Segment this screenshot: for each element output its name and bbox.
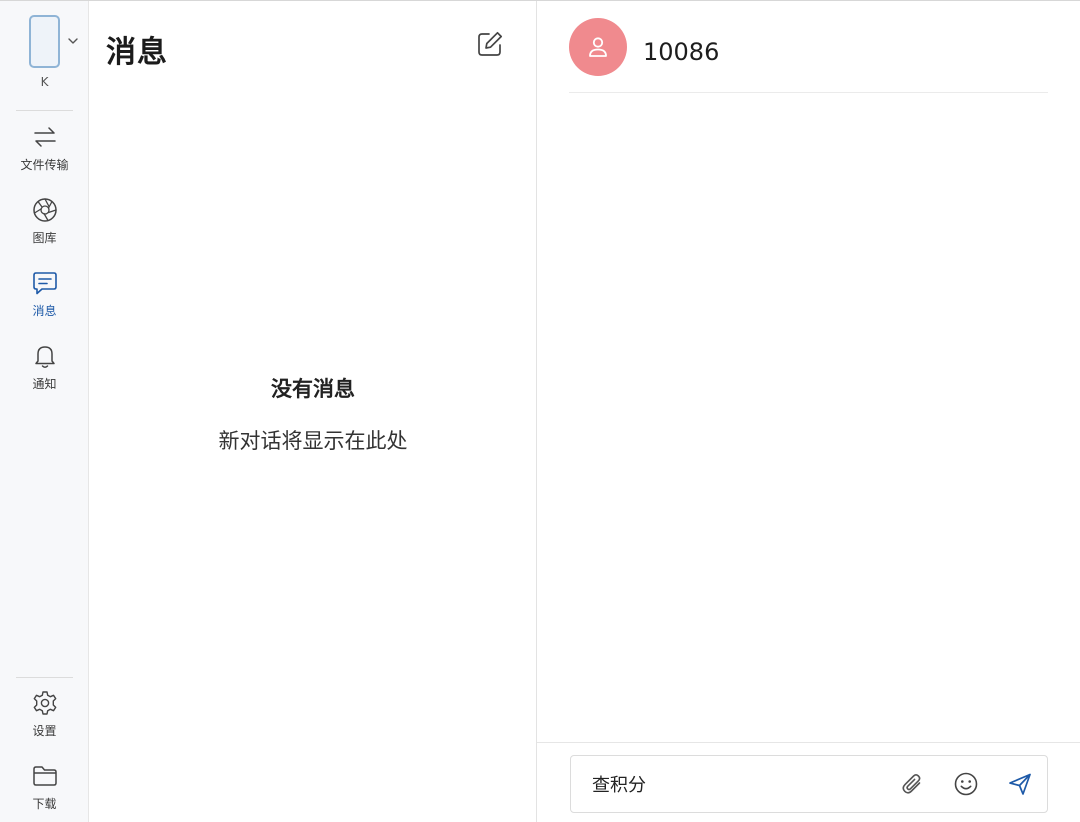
device-switcher[interactable]: K (0, 1, 89, 97)
chat-pane: 10086 (537, 1, 1080, 822)
bell-icon (34, 346, 55, 368)
empty-state-title: 没有消息 (271, 377, 355, 401)
chat-header-divider (569, 92, 1048, 93)
nav-rail: K 文件传输 图库 消息 通知 设置 下载 (0, 1, 89, 822)
message-icon (32, 272, 57, 295)
contact-name: 10086 (643, 38, 720, 66)
chevron-down-icon[interactable] (66, 34, 80, 48)
avatar[interactable] (569, 18, 627, 76)
nav-label: 文件传输 (20, 158, 69, 172)
nav-item-file-transfer[interactable]: 文件传输 (0, 123, 89, 185)
phone-device-icon (29, 15, 60, 68)
nav-label: 通知 (32, 377, 57, 391)
compose-icon[interactable] (475, 29, 505, 59)
empty-state-subtitle: 新对话将显示在此处 (218, 429, 408, 453)
message-input[interactable] (571, 756, 881, 812)
paperclip-icon[interactable] (899, 771, 925, 797)
nav-item-downloads[interactable]: 下载 (0, 762, 89, 822)
nav-item-messages[interactable]: 消息 (0, 269, 89, 331)
nav-label: 设置 (32, 724, 57, 738)
nav-item-settings[interactable]: 设置 (0, 689, 89, 751)
phone-link-window: K 文件传输 图库 消息 通知 设置 下载 消息 没有消息 新对话将显示在此处 … (0, 0, 1080, 822)
page-title: 消息 (106, 35, 168, 70)
aperture-icon (32, 198, 57, 222)
rail-divider-bottom (16, 677, 73, 678)
folder-icon (32, 766, 57, 786)
nav-item-notifications[interactable]: 通知 (0, 342, 89, 404)
gear-icon (33, 691, 56, 715)
rail-divider-top (16, 110, 73, 111)
transfer-arrows-icon (33, 127, 56, 147)
composer-divider (537, 742, 1080, 743)
person-icon (589, 37, 607, 57)
nav-item-gallery[interactable]: 图库 (0, 196, 89, 258)
conversation-list-pane: 消息 没有消息 新对话将显示在此处 (89, 1, 537, 822)
nav-label: 图库 (32, 231, 57, 245)
emoji-icon[interactable] (953, 771, 979, 797)
device-name: K (40, 75, 49, 89)
message-composer (570, 755, 1048, 813)
send-icon[interactable] (1007, 771, 1033, 797)
nav-label: 下载 (32, 797, 57, 811)
nav-label: 消息 (32, 304, 57, 318)
